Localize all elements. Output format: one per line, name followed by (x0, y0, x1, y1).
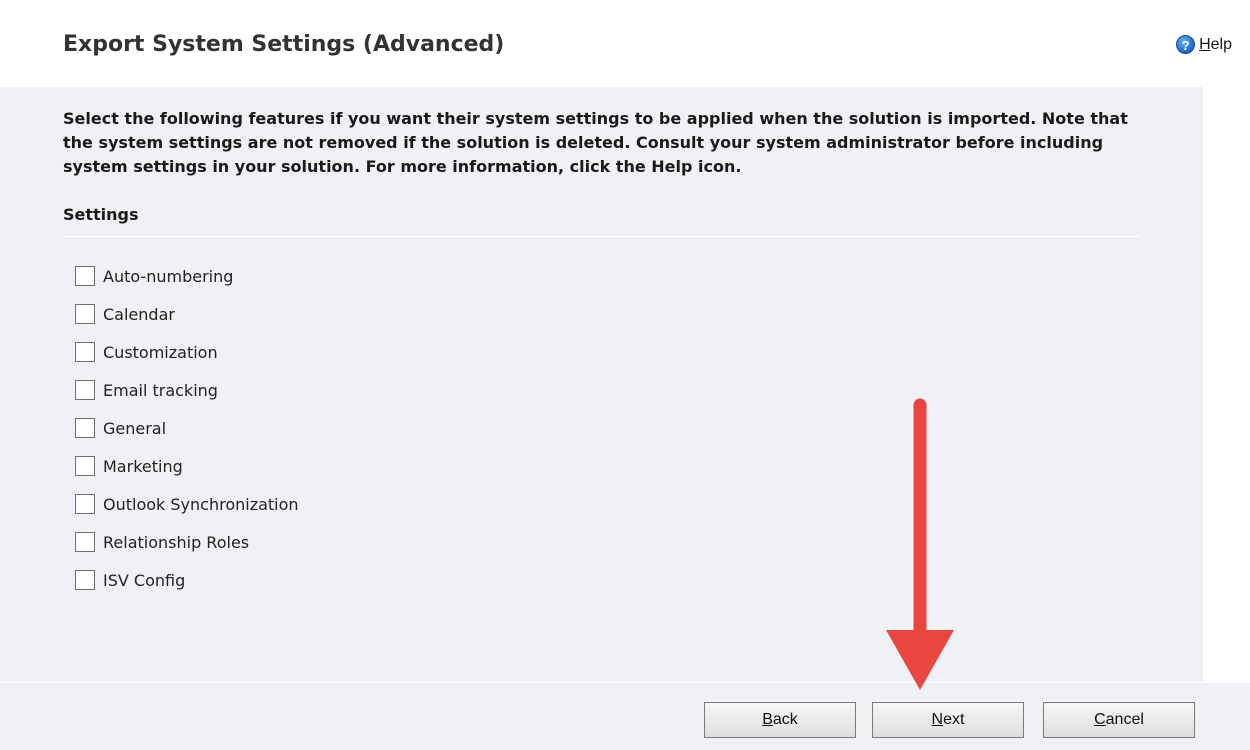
content-right-margin (1203, 87, 1250, 682)
description-text: Select the following features if you wan… (63, 109, 1128, 176)
settings-options-list: Auto-numbering Calendar Customization Em… (75, 257, 299, 599)
checkbox-auto-numbering[interactable] (75, 266, 95, 286)
option-auto-numbering[interactable]: Auto-numbering (75, 257, 299, 295)
help-label-accesskey: H (1199, 35, 1211, 53)
settings-section-title: Settings (63, 205, 139, 224)
option-email-tracking[interactable]: Email tracking (75, 371, 299, 409)
option-label[interactable]: Outlook Synchronization (103, 495, 299, 514)
help-label[interactable]: Help (1199, 36, 1232, 54)
next-accesskey: N (931, 711, 944, 728)
option-general[interactable]: General (75, 409, 299, 447)
option-label[interactable]: Customization (103, 343, 218, 362)
export-system-settings-dialog: Export System Settings (Advanced) ? Help… (0, 0, 1250, 750)
cancel-label-rest: ancel (1105, 711, 1144, 728)
option-outlook-synchronization[interactable]: Outlook Synchronization (75, 485, 299, 523)
next-button[interactable]: Next (872, 702, 1024, 738)
section-divider (63, 236, 1140, 237)
option-label[interactable]: Calendar (103, 305, 175, 324)
option-label[interactable]: General (103, 419, 166, 438)
option-customization[interactable]: Customization (75, 333, 299, 371)
cancel-button[interactable]: Cancel (1043, 702, 1195, 738)
option-label[interactable]: Relationship Roles (103, 533, 249, 552)
help-icon[interactable]: ? (1176, 35, 1196, 54)
checkbox-relationship-roles[interactable] (75, 532, 95, 552)
checkbox-marketing[interactable] (75, 456, 95, 476)
option-isv-config[interactable]: ISV Config (75, 561, 299, 599)
checkbox-customization[interactable] (75, 342, 95, 362)
option-label[interactable]: Auto-numbering (103, 267, 233, 286)
option-label[interactable]: ISV Config (103, 571, 185, 590)
option-calendar[interactable]: Calendar (75, 295, 299, 333)
option-label[interactable]: Marketing (103, 457, 183, 476)
checkbox-outlook-synchronization[interactable] (75, 494, 95, 514)
back-label-rest: ack (772, 711, 798, 728)
back-accesskey: B (762, 711, 773, 728)
checkbox-general[interactable] (75, 418, 95, 438)
option-label[interactable]: Email tracking (103, 381, 218, 400)
help-link[interactable]: ? Help (1176, 35, 1232, 54)
checkbox-calendar[interactable] (75, 304, 95, 324)
checkbox-isv-config[interactable] (75, 570, 95, 590)
help-label-rest: elp (1210, 35, 1232, 53)
checkbox-email-tracking[interactable] (75, 380, 95, 400)
cancel-accesskey: C (1094, 711, 1106, 728)
page-title: Export System Settings (Advanced) (63, 32, 505, 57)
back-button[interactable]: Back (704, 702, 856, 738)
option-relationship-roles[interactable]: Relationship Roles (75, 523, 299, 561)
option-marketing[interactable]: Marketing (75, 447, 299, 485)
dialog-header: Export System Settings (Advanced) ? Help (0, 0, 1250, 87)
next-label-rest: ext (943, 711, 965, 728)
